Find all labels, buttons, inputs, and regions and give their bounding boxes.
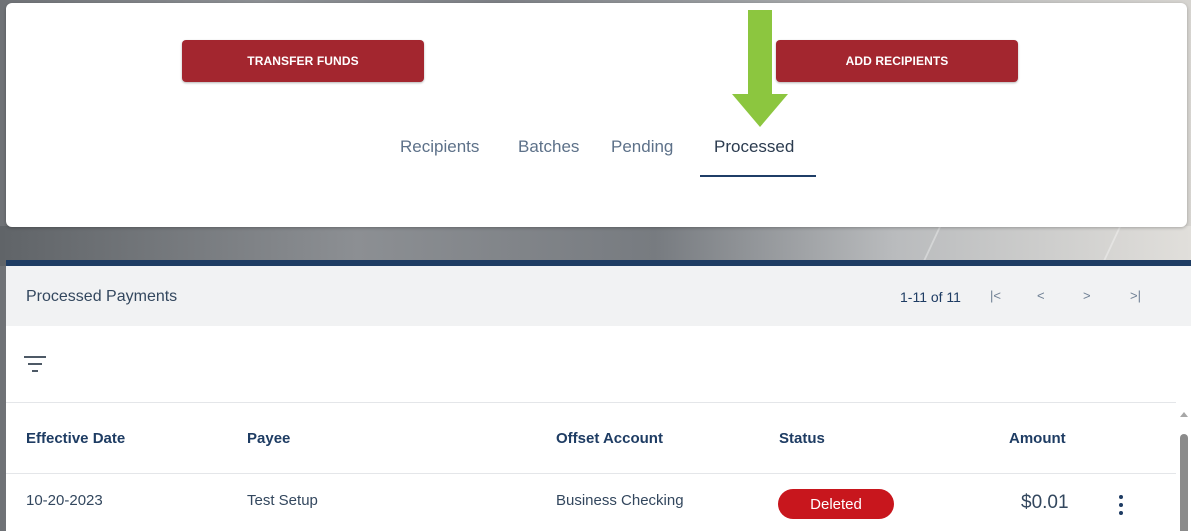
column-header-offset-account[interactable]: Offset Account [556,430,663,447]
filter-icon[interactable] [23,354,47,376]
offset-account-cell: Business Checking [556,492,684,509]
column-header-status[interactable]: Status [779,430,825,447]
scroll-up-arrow-icon[interactable] [1180,412,1188,417]
divider [6,473,1176,474]
column-header-payee[interactable]: Payee [247,430,290,447]
column-header-amount[interactable]: Amount [1009,430,1066,447]
panel-header: Processed Payments 1-11 of 11 |< < > >| [6,266,1191,326]
tab-batches[interactable]: Batches [518,137,579,157]
kebab-menu-icon[interactable] [1115,495,1127,517]
last-page-button[interactable]: >| [1130,288,1141,303]
pagination-info: 1-11 of 11 [900,289,961,305]
vertical-scrollbar[interactable] [1178,408,1191,531]
panel-title: Processed Payments [26,288,178,305]
tab-pending[interactable]: Pending [611,137,673,157]
payee-cell: Test Setup [247,492,318,509]
active-tab-indicator [700,175,816,177]
scroll-thumb[interactable] [1180,434,1188,531]
first-page-button[interactable]: |< [990,288,1001,303]
arrow-down-icon [732,10,788,127]
next-page-button[interactable]: > [1083,288,1091,303]
processed-payments-panel: Processed Payments 1-11 of 11 |< < > >| … [6,260,1191,531]
actions-card: TRANSFER FUNDS ADD RECIPIENTS Recipients… [6,3,1187,227]
add-recipients-button[interactable]: ADD RECIPIENTS [776,40,1018,82]
tab-recipients[interactable]: Recipients [400,137,479,157]
previous-page-button[interactable]: < [1037,288,1045,303]
amount-cell: $0.01 [1021,492,1069,513]
tab-processed[interactable]: Processed [714,137,794,157]
column-header-effective-date[interactable]: Effective Date [26,430,125,447]
transfer-funds-button[interactable]: TRANSFER FUNDS [182,40,424,82]
status-badge: Deleted [778,489,894,519]
divider [6,402,1176,403]
effective-date-cell: 10-20-2023 [26,492,103,509]
tab-bar: Recipients Batches Pending Processed [6,137,1187,177]
